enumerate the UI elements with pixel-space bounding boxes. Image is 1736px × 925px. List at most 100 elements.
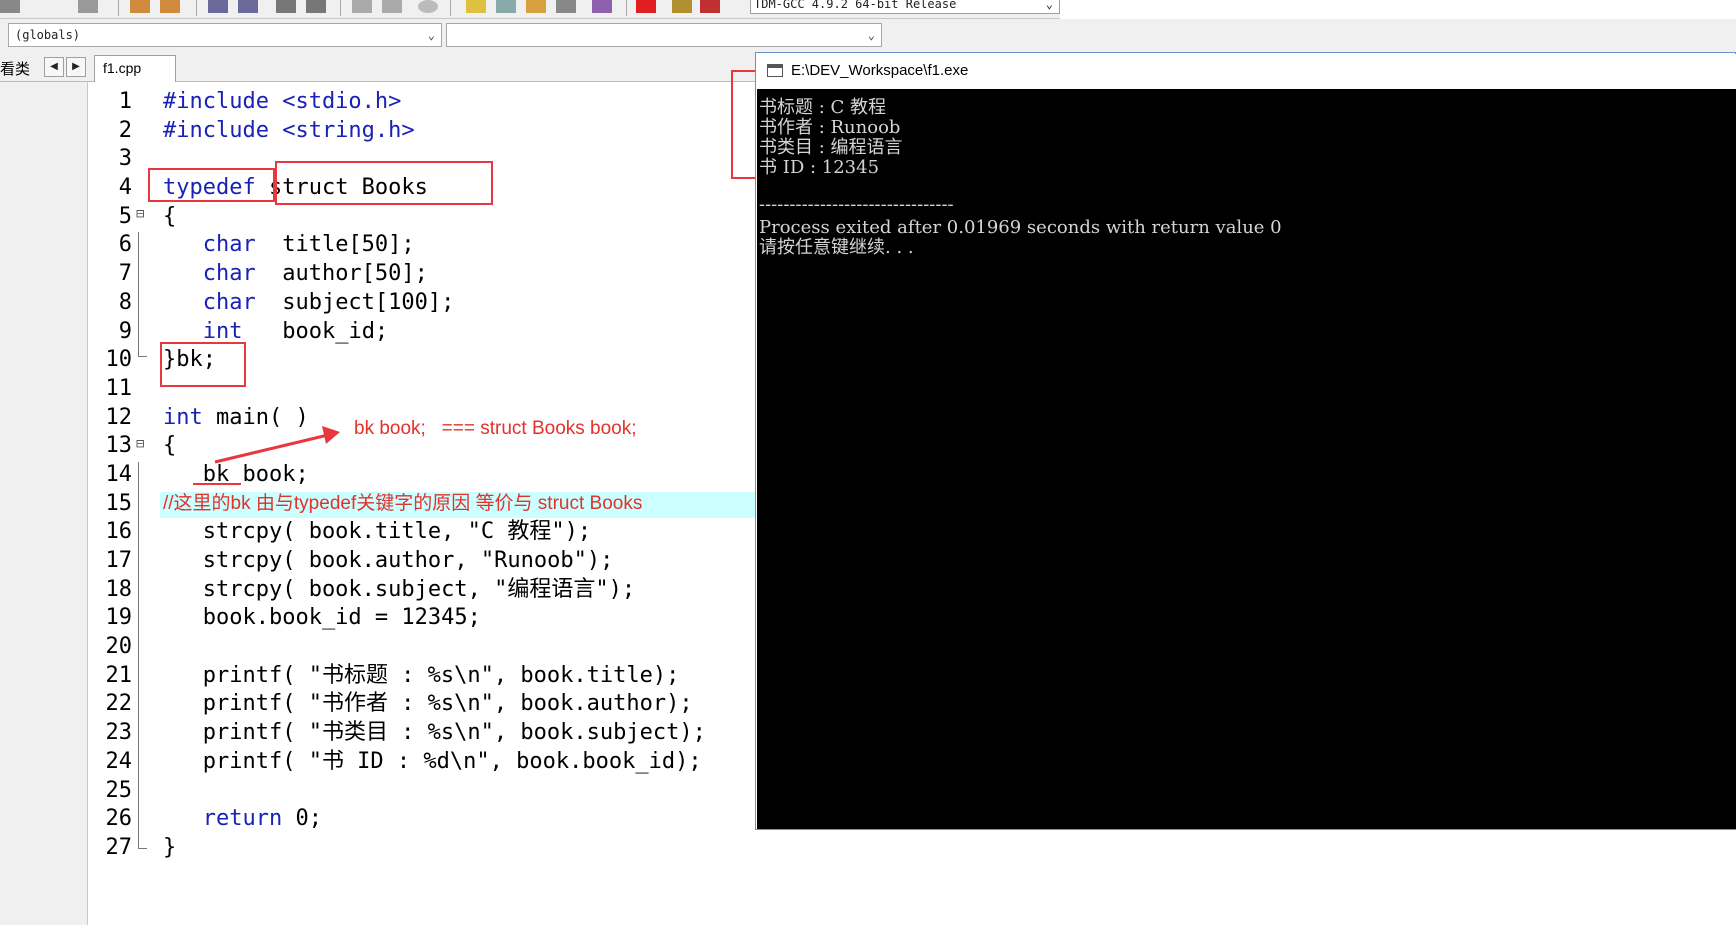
class-icon[interactable]	[526, 0, 546, 13]
annotation-box-struct-books	[275, 161, 493, 205]
replace-icon[interactable]	[238, 0, 258, 13]
field-subject: subject[100];	[255, 289, 455, 315]
code-line-9: int book_id;	[163, 318, 763, 347]
code-line-18: strcpy( book.subject, "编程语言");	[163, 576, 636, 602]
tab-prev-button[interactable]: ◀	[44, 57, 64, 77]
line-number: 17	[105, 548, 133, 573]
window-icon[interactable]	[496, 0, 516, 13]
toolbar-separator	[450, 0, 451, 16]
tb-icon-2[interactable]	[78, 0, 98, 13]
tb-icon-1[interactable]	[0, 0, 20, 13]
annotation-box-bk	[160, 342, 246, 387]
line-number: 26	[105, 806, 133, 832]
field-book-id: book_id;	[242, 318, 389, 344]
member-combo[interactable]: ⌄	[446, 23, 882, 47]
code-line-15-comment: //这里的bk 由与typedef关键字的原因 等价与 struct Books	[163, 492, 643, 514]
console-title-bar[interactable]: E:\DEV_Workspace\f1.exe	[757, 54, 1736, 89]
fold-minus-icon[interactable]: ⊟	[136, 436, 144, 452]
grid-icon[interactable]	[556, 0, 576, 13]
chevron-right-icon: ▶	[72, 61, 80, 72]
annotation-box-typedef	[148, 168, 275, 202]
compiler-select[interactable]: TDM-GCC 4.9.2 64-bit Release ⌄	[750, 0, 1060, 14]
line-number: 27	[105, 834, 133, 860]
line-number: 15	[105, 490, 133, 516]
console-line: Process exited after 0.01969 seconds wit…	[759, 217, 1282, 238]
fold-end-marker	[138, 842, 147, 849]
code-line-1: #include <stdio.h>	[163, 89, 402, 114]
code-line-16: strcpy( book.title, "C 教程");	[163, 519, 592, 545]
undo-icon[interactable]	[130, 0, 150, 13]
keyword-int: int	[163, 404, 203, 430]
class-browser-panel[interactable]	[0, 82, 88, 925]
console-line: 请按任意键继续. . .	[759, 237, 914, 258]
line-number: 5	[118, 203, 132, 229]
line-number: 7	[118, 261, 132, 287]
fold-guide	[138, 462, 139, 842]
console-line: 书类目 : 编程语言	[759, 137, 903, 158]
line-number: 25	[105, 777, 133, 803]
code-line-17: strcpy( book.author, "Runoob");	[163, 548, 614, 573]
toolbar-separator	[626, 0, 627, 16]
line-number: 20	[105, 634, 133, 660]
console-line: 书作者 : Runoob	[759, 117, 901, 138]
console-line: --------------------------------	[759, 194, 954, 215]
tab-next-button[interactable]: ▶	[66, 57, 86, 77]
code-line-7: char author[50];	[163, 260, 763, 289]
return-value: 0;	[282, 806, 322, 832]
console-output[interactable]: 书标题 : C 教程 书作者 : Runoob 书类目 : 编程语言 书 ID …	[757, 89, 1736, 829]
code-line-8: char subject[100];	[163, 289, 763, 318]
line-number: 13	[105, 433, 133, 459]
code-line-19: book.book_id = 12345;	[163, 605, 481, 631]
code-line-5: {	[163, 203, 177, 229]
line-number-gutter: 1 2 3 4 5 6 7 8 9 10 11 12 13 14 15 16 1…	[96, 88, 150, 863]
code-line-6: char title[50];	[163, 231, 763, 260]
line-number: 12	[105, 404, 133, 430]
line-number: 1	[118, 89, 132, 114]
scope-combo-value: (globals)	[15, 28, 81, 42]
toolbar-separator	[196, 0, 197, 16]
arrow-head	[322, 426, 340, 444]
scope-bar: (globals) ⌄ ⌄	[0, 19, 1736, 53]
console-line: 书标题 : C 教程	[759, 97, 887, 118]
chart-icon[interactable]	[672, 0, 692, 13]
line-number: 9	[118, 318, 132, 344]
goto-icon[interactable]	[276, 0, 296, 13]
compile-icon[interactable]	[352, 0, 372, 13]
code-line-23: printf( "书类目 : %s\n", book.subject);	[163, 720, 706, 746]
run-icon[interactable]	[382, 0, 402, 13]
profile-icon[interactable]	[700, 0, 720, 13]
bookmark-icon[interactable]	[306, 0, 326, 13]
console-window-icon	[767, 64, 783, 77]
arrow-shaft	[214, 433, 329, 464]
annotation-bk-equivalence: bk book; === struct Books book;	[354, 418, 637, 439]
code-line-10: }bk;	[163, 347, 216, 373]
tab-f1-cpp[interactable]: f1.cpp	[94, 55, 176, 82]
line-number: 2	[118, 117, 132, 143]
line-number: 16	[105, 519, 133, 545]
find-icon[interactable]	[208, 0, 228, 13]
close-icon[interactable]	[636, 0, 656, 13]
scope-combo[interactable]: (globals) ⌄	[8, 23, 442, 47]
class-browser-label[interactable]: 看类	[0, 58, 30, 79]
redo-icon[interactable]	[160, 0, 180, 13]
fold-end-marker	[138, 350, 147, 357]
compiler-select-value: TDM-GCC 4.9.2 64-bit Release	[754, 0, 957, 11]
toolbar-separator	[118, 0, 119, 16]
stop-icon[interactable]	[418, 0, 438, 13]
annotation-underline-bk	[193, 483, 241, 485]
code-line-24: printf( "书 ID : %d\n", book.book_id);	[163, 748, 702, 774]
line-number: 14	[105, 461, 133, 487]
keyword-char: char	[163, 289, 256, 315]
chevron-down-icon: ⌄	[867, 28, 875, 42]
field-author: author[50];	[255, 261, 428, 287]
new-project-icon[interactable]	[466, 0, 486, 13]
chevron-left-icon: ◀	[50, 61, 58, 72]
code-line-22: printf( "书作者 : %s\n", book.author);	[163, 691, 693, 717]
fold-minus-icon[interactable]: ⊟	[136, 206, 144, 222]
check-icon[interactable]	[592, 0, 612, 13]
console-window[interactable]: E:\DEV_Workspace\f1.exe 书标题 : C 教程 书作者 :…	[755, 52, 1736, 830]
line-number: 3	[118, 146, 132, 172]
